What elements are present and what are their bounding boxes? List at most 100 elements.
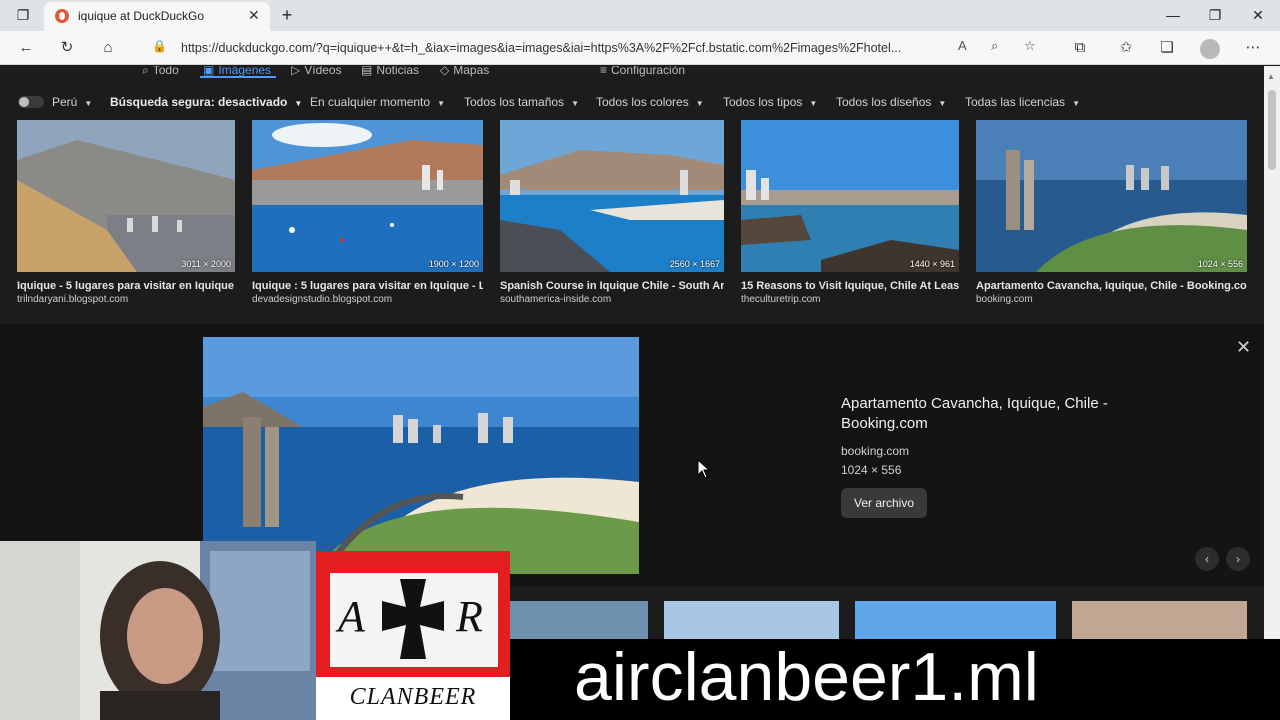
result-image[interactable]	[664, 601, 839, 641]
chevron-down-icon: ▼	[437, 99, 445, 108]
profile-avatar[interactable]	[1200, 39, 1220, 59]
safe-search-filter[interactable]: Búsqueda segura: desactivado ▼	[110, 95, 302, 109]
result-image[interactable]	[510, 601, 648, 641]
layout-filter[interactable]: Todos los diseños ▼	[836, 95, 946, 109]
close-icon[interactable]: ✕	[1236, 337, 1251, 358]
type-filter[interactable]: Todos los tipos ▼	[723, 95, 817, 109]
view-file-button[interactable]: Ver archivo	[841, 488, 927, 518]
tab-todo[interactable]: ⌕ Todo	[142, 66, 179, 78]
more-menu-icon[interactable]: ⋯	[1241, 36, 1265, 60]
zoom-icon[interactable]: ⌕	[991, 38, 998, 54]
result-title[interactable]: Spanish Course in Iquique Chile - South …	[500, 280, 724, 292]
collections-icon[interactable]: ❏	[1155, 36, 1179, 60]
tab-mapas[interactable]: ◇ Mapas	[440, 66, 489, 77]
result-source[interactable]: devadesignstudio.blogspot.com	[252, 294, 392, 305]
image-dimensions: 1024 × 556	[1197, 259, 1243, 269]
filter-label: En cualquier momento	[310, 95, 431, 109]
result-photo	[252, 120, 483, 272]
back-icon[interactable]: ←	[14, 36, 38, 60]
detail-source[interactable]: booking.com	[841, 444, 909, 458]
result-image[interactable]	[855, 601, 1056, 641]
chevron-down-icon: ▼	[938, 99, 947, 108]
detail-photo	[203, 337, 639, 574]
add-favorite-icon[interactable]: ☆	[1024, 38, 1036, 54]
page-scrollbar[interactable]: ▲	[1264, 66, 1280, 720]
extensions-icon[interactable]: ⧉	[1068, 36, 1092, 60]
result-source[interactable]: trilndaryani.blogspot.com	[17, 294, 128, 305]
result-title[interactable]: Iquique : 5 lugares para visitar en Iqui…	[252, 280, 483, 292]
license-filter[interactable]: Todas las licencias ▼	[965, 95, 1080, 109]
result-photo	[500, 120, 724, 272]
result-photo	[976, 120, 1247, 272]
duckduckgo-favicon-icon	[55, 9, 69, 23]
result-image[interactable]: 3011 × 2000	[17, 120, 235, 272]
chevron-down-icon: ▼	[571, 99, 579, 108]
browser-tab[interactable]: iquique at DuckDuckGo ✕	[44, 2, 270, 31]
tab-configuracion[interactable]: ≡ Configuración	[600, 66, 685, 77]
tab-label: Vídeos	[304, 66, 342, 77]
result-image[interactable]: 2560 × 1667	[500, 120, 724, 272]
restore-icon[interactable]: ❐	[1200, 4, 1230, 26]
search-icon: ⌕	[142, 66, 149, 77]
tab-videos[interactable]: ▷ Vídeos	[291, 66, 342, 77]
size-filter[interactable]: Todos los tamaños ▼	[464, 95, 579, 109]
result-photo	[741, 120, 959, 272]
close-window-icon[interactable]: ✕	[1243, 4, 1273, 26]
favorites-icon[interactable]: ✩	[1114, 36, 1138, 60]
result-title[interactable]: Iquique - 5 lugares para visitar en Iqui…	[17, 280, 235, 292]
result-title[interactable]: 15 Reasons to Visit Iquique, Chile At Le…	[741, 280, 959, 292]
tab-label: Mapas	[453, 66, 490, 77]
url-text[interactable]: https://duckduckgo.com/?q=iquique++&t=h_…	[181, 41, 941, 55]
result-source[interactable]: southamerica-inside.com	[500, 294, 611, 305]
filter-label: Todos los tamaños	[464, 95, 565, 109]
chevron-right-icon[interactable]: ›	[1226, 547, 1250, 571]
lock-icon[interactable]: 🔒	[152, 39, 167, 53]
filter-label: Todos los diseños	[836, 95, 932, 109]
tab-label: Configuración	[611, 66, 686, 77]
detail-image[interactable]	[203, 337, 639, 574]
webcam-image	[0, 541, 316, 720]
result-title[interactable]: Apartamento Cavancha, Iquique, Chile - B…	[976, 280, 1247, 292]
color-filter[interactable]: Todos los colores ▼	[596, 95, 704, 109]
image-dimensions: 1900 × 1200	[428, 259, 479, 269]
time-filter[interactable]: En cualquier momento ▼	[310, 95, 445, 109]
result-source[interactable]: booking.com	[976, 294, 1033, 305]
reload-icon[interactable]: ↻	[55, 36, 79, 60]
result-source[interactable]: theculturetrip.com	[741, 294, 820, 305]
active-tab-indicator	[200, 76, 276, 78]
image-dimensions: 3011 × 2000	[181, 259, 231, 269]
minimize-icon[interactable]: —	[1158, 4, 1188, 26]
scrollbar-thumb[interactable]	[1268, 90, 1276, 170]
logo-letter-r: R	[456, 592, 483, 641]
region-toggle[interactable]	[18, 96, 44, 108]
tab-noticias[interactable]: ▤ Noticias	[361, 66, 419, 77]
chevron-left-icon[interactable]: ‹	[1195, 547, 1219, 571]
browser-tab-bar: ❐ iquique at DuckDuckGo ✕ + — ❐ ✕	[0, 0, 1280, 31]
news-icon: ▤	[361, 66, 373, 77]
scroll-up-icon[interactable]: ▲	[1267, 72, 1275, 81]
clanbeer-logo: A R CLANBEER	[316, 551, 510, 720]
chevron-down-icon: ▼	[294, 99, 303, 108]
detail-title[interactable]: Apartamento Cavancha, Iquique, Chile - B…	[841, 394, 1161, 434]
image-dimensions: 2560 × 1667	[669, 259, 720, 269]
close-tab-icon[interactable]: ✕	[248, 7, 260, 24]
map-pin-icon: ◇	[440, 66, 450, 77]
new-tab-icon[interactable]: +	[272, 4, 302, 26]
tab-title: iquique at DuckDuckGo	[78, 9, 205, 23]
banner-text: airclanbeer1.ml	[574, 639, 1039, 715]
result-image[interactable]: 1440 × 961	[741, 120, 959, 272]
region-filter[interactable]: Perú ▼	[52, 95, 92, 109]
iron-cross-icon	[382, 579, 444, 659]
address-bar[interactable]: 🔒 https://duckduckgo.com/?q=iquique++&t=…	[138, 34, 1048, 62]
tab-actions-icon[interactable]: ❐	[8, 4, 38, 26]
filter-label: Perú	[52, 95, 78, 109]
logo-letter-a: A	[338, 592, 365, 641]
result-image[interactable]	[1072, 601, 1247, 641]
image-dimensions: 1440 × 961	[909, 259, 955, 269]
result-image[interactable]: 1024 × 556	[976, 120, 1247, 272]
browser-toolbar: ← ↻ ⌂ 🔒 https://duckduckgo.com/?q=iquiqu…	[0, 31, 1280, 65]
result-image[interactable]: 1900 × 1200	[252, 120, 483, 272]
home-icon[interactable]: ⌂	[96, 36, 120, 60]
read-aloud-icon[interactable]: A	[958, 38, 967, 53]
filter-label: Búsqueda segura: desactivado	[110, 95, 288, 109]
